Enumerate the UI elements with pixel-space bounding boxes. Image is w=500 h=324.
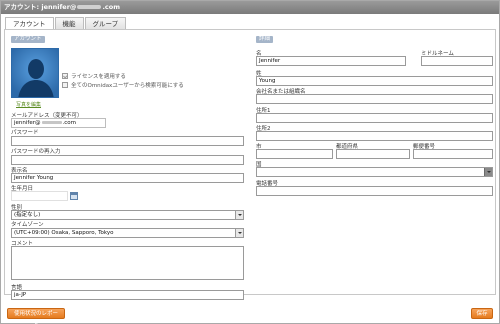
user-silhouette-icon xyxy=(12,49,58,97)
usage-report-button[interactable]: 使用状況のレポート xyxy=(7,308,65,324)
password-confirm-label: パスワードの再入力 xyxy=(11,149,61,155)
timezone-label: タイムゾーン xyxy=(11,222,44,228)
timezone-selected-value: (UTC+09:00) Osaka, Sapporo, Tokyo xyxy=(14,230,114,236)
birthday-input[interactable] xyxy=(11,191,68,201)
apply-license-row: ライセンスを適用する xyxy=(62,72,126,80)
dialog-titlebar: アカウント: jennifer@ .com xyxy=(1,1,499,14)
comment-textarea[interactable] xyxy=(11,246,244,280)
email-suffix: .com xyxy=(62,120,77,126)
company-input[interactable] xyxy=(256,94,493,104)
first-name-input[interactable]: Jennifer xyxy=(256,56,406,66)
dialog-title-prefix: アカウント: jennifer@ xyxy=(4,3,77,11)
email-field: jennifer@ .com xyxy=(11,118,106,128)
tab-groups[interactable]: グループ xyxy=(84,17,127,29)
searchable-label: 全てのOmnidaxユーザーから検索可能にする xyxy=(71,83,184,89)
address2-input[interactable] xyxy=(256,131,493,141)
chevron-down-icon xyxy=(235,229,243,237)
apply-license-checkbox[interactable] xyxy=(62,73,68,79)
redacted-email-domain xyxy=(77,5,102,9)
password-input[interactable] xyxy=(11,136,244,146)
password-label: パスワード xyxy=(11,130,39,136)
details-section-header: 詳細 xyxy=(256,36,274,43)
postal-code-input[interactable] xyxy=(413,149,493,159)
last-name-input[interactable]: Young xyxy=(256,76,493,86)
apply-license-label: ライセンスを適用する xyxy=(71,74,126,80)
country-select[interactable] xyxy=(256,167,493,177)
tab-features[interactable]: 機能 xyxy=(54,17,84,29)
chevron-down-icon xyxy=(484,168,492,176)
account-section-header: アカウント xyxy=(11,36,45,43)
gender-select[interactable]: (指定なし) xyxy=(11,210,244,220)
timezone-select[interactable]: (UTC+09:00) Osaka, Sapporo, Tokyo xyxy=(11,228,244,238)
edit-photo-link[interactable]: 写真を編集 xyxy=(16,101,41,108)
language-input[interactable]: ja-JP xyxy=(11,290,244,300)
searchable-row: 全てのOmnidaxユーザーから検索可能にする xyxy=(62,81,184,89)
city-input[interactable] xyxy=(256,149,333,159)
chevron-down-icon xyxy=(235,211,243,219)
phone-input[interactable] xyxy=(256,186,493,196)
password-confirm-input[interactable] xyxy=(11,155,244,165)
profile-photo[interactable] xyxy=(11,48,59,98)
address1-input[interactable] xyxy=(256,113,493,123)
display-name-input[interactable]: Jennifer Young xyxy=(11,173,244,183)
save-button[interactable]: 保存 xyxy=(471,308,493,319)
dialog-title-suffix: .com xyxy=(102,3,120,11)
searchable-checkbox[interactable] xyxy=(62,82,68,88)
email-prefix: jennifer@ xyxy=(14,120,41,126)
middle-name-input[interactable] xyxy=(421,56,493,66)
calendar-icon[interactable] xyxy=(70,192,78,200)
account-dialog: アカウント: jennifer@ .com アカウント 機能 グループ アカウント… xyxy=(0,0,500,324)
tab-bar: アカウント 機能 グループ xyxy=(5,17,127,30)
gender-selected-value: (指定なし) xyxy=(14,212,41,218)
redacted-email-domain xyxy=(41,121,62,124)
prefecture-input[interactable] xyxy=(336,149,410,159)
